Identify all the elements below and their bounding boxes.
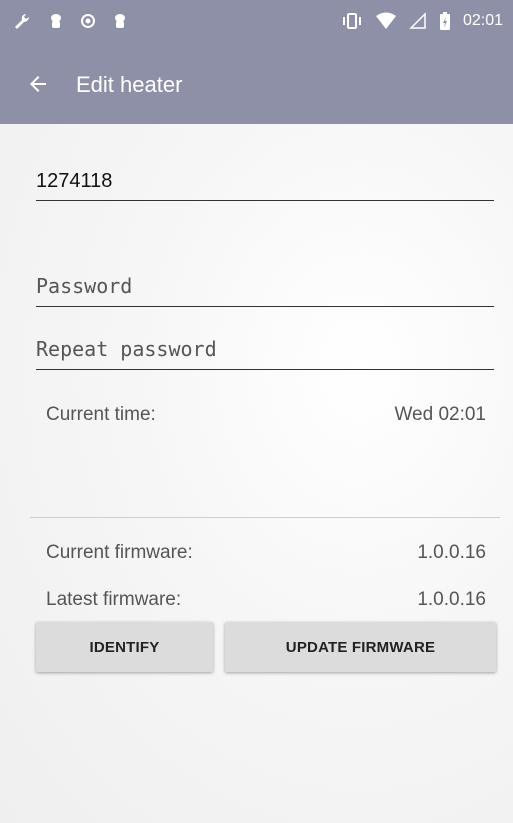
password-input[interactable] bbox=[36, 274, 494, 298]
record-icon bbox=[81, 14, 95, 28]
password-field-wrapper bbox=[36, 274, 494, 307]
heater-id-field[interactable]: 1274118 bbox=[36, 170, 494, 201]
battery-charging-icon bbox=[439, 12, 450, 30]
vibrate-icon bbox=[342, 13, 361, 29]
current-firmware-label: Current firmware: bbox=[46, 542, 193, 563]
wrench-icon bbox=[15, 14, 29, 29]
android-debug-icon bbox=[115, 14, 125, 28]
current-time-row: Current time: Wed 02:01 bbox=[46, 404, 486, 426]
latest-firmware-value: 1.0.0.16 bbox=[417, 589, 486, 610]
status-time: 02:01 bbox=[462, 12, 503, 29]
current-time-label: Current time: bbox=[46, 404, 156, 425]
edit-heater-form: 1274118 Current time: Wed 02:01 Current … bbox=[0, 124, 513, 823]
status-bar: 02:01 bbox=[0, 0, 513, 42]
section-divider bbox=[30, 517, 500, 518]
signal-icon bbox=[409, 12, 426, 29]
back-button[interactable] bbox=[22, 68, 54, 100]
arrow-back-icon bbox=[30, 76, 46, 92]
latest-firmware-row: Latest firmware: 1.0.0.16 bbox=[46, 589, 486, 611]
current-firmware-value: 1.0.0.16 bbox=[417, 542, 486, 563]
android-debug-icon bbox=[51, 14, 61, 28]
repeat-password-field-wrapper bbox=[36, 337, 494, 370]
status-icons-left bbox=[12, 11, 128, 31]
page-title: Edit heater bbox=[76, 72, 183, 97]
wifi-icon bbox=[375, 12, 396, 29]
heater-id-value: 1274118 bbox=[36, 170, 113, 192]
current-firmware-row: Current firmware: 1.0.0.16 bbox=[46, 542, 486, 564]
latest-firmware-label: Latest firmware: bbox=[46, 589, 182, 610]
status-icons-right: 02:01 bbox=[341, 11, 503, 31]
repeat-password-input[interactable] bbox=[36, 337, 494, 361]
identify-button[interactable]: IDENTIFY bbox=[36, 622, 213, 672]
update-firmware-button[interactable]: UPDATE FIRMWARE bbox=[225, 622, 496, 672]
app-bar: Edit heater bbox=[0, 42, 513, 124]
current-time-value: Wed 02:01 bbox=[394, 404, 486, 425]
